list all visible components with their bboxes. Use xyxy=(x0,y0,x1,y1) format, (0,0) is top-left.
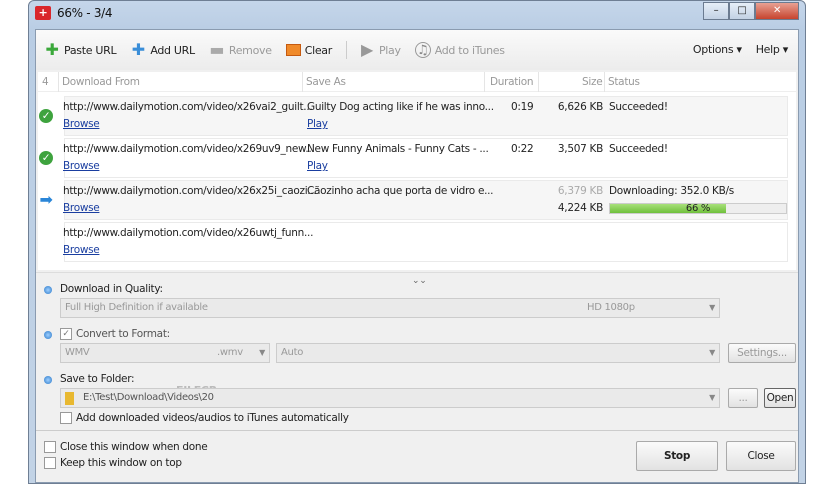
collapse-icon[interactable]: ⌄⌄ xyxy=(412,276,427,286)
close-window-button[interactable]: ✕ xyxy=(755,2,799,20)
browse-link[interactable]: Browse xyxy=(63,202,100,214)
remove-button[interactable]: ▬ Remove xyxy=(209,42,272,58)
download-list: 4 Download From Save As Duration Size St… xyxy=(38,72,796,270)
table-row[interactable]: ✓ http://www.dailymotion.com/video/x26va… xyxy=(39,96,788,136)
maximize-button[interactable]: □ xyxy=(729,2,755,20)
browse-link[interactable]: Browse xyxy=(63,160,100,172)
quality-select[interactable]: Full High Definition if available HD 108… xyxy=(60,298,720,318)
app-icon: + xyxy=(35,6,51,20)
check-icon: ✓ xyxy=(39,151,53,165)
status-text: Downloading: 352.0 KB/s xyxy=(609,185,734,197)
check-icon: ✓ xyxy=(39,109,53,123)
settings-panel: ⌄⌄ Download in Quality: Full High Defini… xyxy=(36,272,798,432)
progress-label: 66 % xyxy=(685,203,711,214)
folder-icon xyxy=(65,392,74,405)
minus-icon: ▬ xyxy=(209,40,225,59)
table-row[interactable]: http://www.dailymotion.com/video/x26uwtj… xyxy=(63,222,788,262)
col-size[interactable]: Size xyxy=(582,76,603,88)
play-icon: ▶ xyxy=(360,40,373,59)
add-url-button[interactable]: ✚ Add URL xyxy=(130,42,195,58)
close-when-done-checkbox[interactable] xyxy=(44,441,56,453)
options-menu[interactable]: Options ▾ xyxy=(693,43,742,56)
folder-select[interactable]: E:\Test\Download\Videos\20 ▼ xyxy=(60,388,720,408)
play-button[interactable]: ▶ Play xyxy=(359,42,401,58)
app-window: + 66% - 3/4 – □ ✕ ✚ Paste URL ✚ Add URL ▬ R… xyxy=(28,0,806,484)
col-status[interactable]: Status xyxy=(608,76,640,88)
window-title: 66% - 3/4 xyxy=(57,6,113,20)
minimize-button[interactable]: – xyxy=(703,2,729,20)
settings-button[interactable]: Settings... xyxy=(728,343,796,363)
clear-button[interactable]: Clear xyxy=(285,44,332,57)
keep-on-top-checkbox[interactable] xyxy=(44,457,56,469)
arrow-right-icon: ➡ xyxy=(39,190,53,209)
col-download-from[interactable]: Download From xyxy=(62,76,140,88)
browse-link[interactable]: Browse xyxy=(63,244,100,256)
open-folder-button[interactable]: Open xyxy=(764,388,796,408)
plus-icon: ✚ xyxy=(45,40,59,59)
format-select[interactable]: WMV .wmv ▼ xyxy=(60,343,270,363)
browse-link[interactable]: Browse xyxy=(63,118,100,130)
title-bar: + 66% - 3/4 xyxy=(35,6,113,20)
item-count: 4 xyxy=(42,76,49,88)
close-button[interactable]: Close xyxy=(726,441,796,471)
play-link[interactable]: Play xyxy=(307,160,328,172)
itunes-icon: ♫ xyxy=(414,42,431,58)
status-text: Succeeded! xyxy=(609,143,668,155)
plus-icon: ✚ xyxy=(131,40,145,59)
add-to-itunes-button[interactable]: ♫ Add to iTunes xyxy=(414,42,505,58)
bottom-bar: Close this window when done Keep this wi… xyxy=(36,430,798,482)
toolbar: ✚ Paste URL ✚ Add URL ▬ Remove Clear ▶ Play … xyxy=(36,30,798,70)
list-header: 4 Download From Save As Duration Size St… xyxy=(38,72,796,92)
progress-bar: 66 % xyxy=(609,203,787,214)
stop-button[interactable]: Stop xyxy=(636,441,718,471)
clear-icon xyxy=(285,44,301,56)
paste-url-button[interactable]: ✚ Paste URL xyxy=(44,42,116,58)
play-link[interactable]: Play xyxy=(307,118,328,130)
table-row[interactable]: ✓ http://www.dailymotion.com/video/x269u… xyxy=(39,138,788,178)
help-menu[interactable]: Help ▾ xyxy=(756,43,789,56)
convert-checkbox[interactable]: ✓ xyxy=(60,328,72,340)
col-duration[interactable]: Duration xyxy=(490,76,534,88)
table-row[interactable]: ➡ http://www.dailymotion.com/video/x26x2… xyxy=(39,180,788,220)
itunes-auto-checkbox[interactable] xyxy=(60,412,72,424)
col-save-as[interactable]: Save As xyxy=(306,76,346,88)
format-option-select[interactable]: Auto ▼ xyxy=(276,343,720,363)
status-text: Succeeded! xyxy=(609,101,668,113)
browse-folder-button[interactable]: ... xyxy=(728,388,758,408)
